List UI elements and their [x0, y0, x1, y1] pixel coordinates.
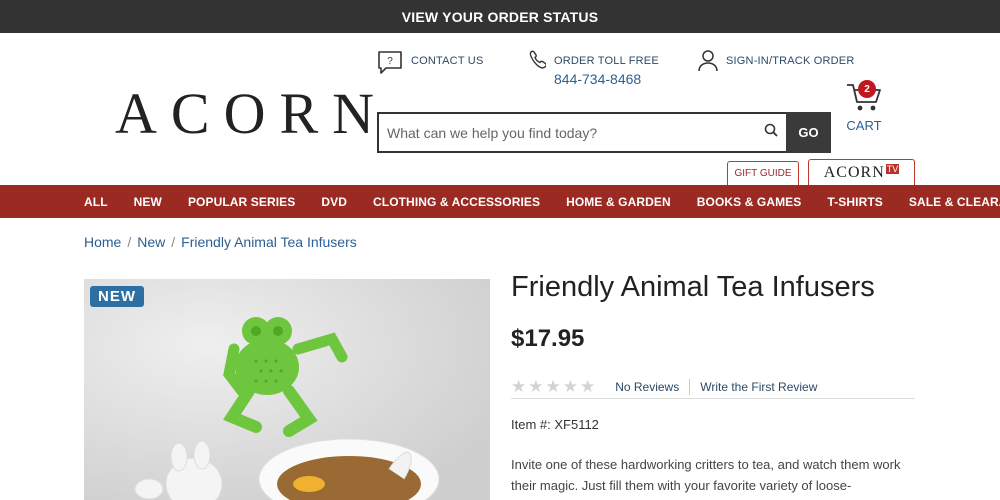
search-input[interactable]	[387, 124, 764, 141]
rating-row: ★★★★★ No Reviews Write the First Review	[511, 375, 915, 399]
order-toll-free-label: ORDER TOLL FREE	[554, 55, 659, 67]
acorn-logo[interactable]: ACORN	[115, 82, 388, 146]
breadcrumb-separator: /	[127, 234, 132, 250]
no-reviews-link[interactable]: No Reviews	[615, 380, 679, 394]
nav-item-popular-series[interactable]: POPULAR SERIES	[188, 195, 295, 209]
contact-us-link[interactable]: ? CONTACT US	[377, 50, 484, 79]
item-number: Item #: XF5112	[511, 417, 599, 432]
acorn-tv-badge: TV	[885, 163, 900, 174]
product-description: Invite one of these hardworking critters…	[511, 457, 901, 493]
breadcrumb-separator: /	[171, 234, 176, 250]
nav-item-clothing-accessories[interactable]: CLOTHING & ACCESSORIES	[373, 195, 540, 209]
nav-item-new[interactable]: NEW	[134, 195, 162, 209]
sign-in-label: SIGN-IN/TRACK ORDER	[726, 55, 855, 67]
breadcrumb-new[interactable]: New	[137, 234, 165, 250]
main-nav: ALL NEW POPULAR SERIES DVD CLOTHING & AC…	[0, 185, 1000, 218]
cart-count-badge: 2	[858, 80, 876, 98]
order-status-banner[interactable]: VIEW YOUR ORDER STATUS	[0, 0, 1000, 33]
star-rating-icon: ★★★★★	[511, 376, 598, 396]
sign-in-link[interactable]: SIGN-IN/TRACK ORDER	[698, 50, 854, 75]
breadcrumb-home[interactable]: Home	[84, 234, 121, 250]
product-title: Friendly Animal Tea Infusers	[511, 271, 875, 303]
nav-item-books-games[interactable]: BOOKS & GAMES	[697, 195, 802, 209]
nav-item-all[interactable]: ALL	[84, 195, 108, 209]
svg-text:?: ?	[387, 56, 393, 67]
gift-guide-tab[interactable]: GIFT GUIDE	[727, 161, 799, 185]
phone-icon	[528, 50, 547, 73]
nav-item-home-garden[interactable]: HOME & GARDEN	[566, 195, 671, 209]
breadcrumb: Home / New / Friendly Animal Tea Infuser…	[84, 234, 357, 250]
contact-us-label: CONTACT US	[411, 55, 484, 67]
nav-item-dvd[interactable]: DVD	[321, 195, 347, 209]
nav-item-t-shirts[interactable]: T-SHIRTS	[827, 195, 882, 209]
cart-label: CART	[846, 118, 882, 133]
phone-number[interactable]: 844-734-8468	[554, 71, 659, 87]
search-icon[interactable]	[764, 123, 778, 142]
product-photo	[84, 279, 490, 500]
acorn-tv-label: ACORN	[823, 163, 885, 181]
chat-icon: ?	[377, 50, 403, 79]
nav-item-sale-clearance[interactable]: SALE & CLEARANCE	[909, 195, 1000, 209]
order-toll-free: ORDER TOLL FREE 844-734-8468	[528, 50, 659, 87]
acorn-tv-tab[interactable]: ACORN TV	[808, 159, 915, 185]
search-go-button[interactable]: GO	[786, 112, 831, 153]
new-badge: NEW	[90, 286, 144, 307]
write-review-link[interactable]: Write the First Review	[700, 380, 817, 394]
search-bar: GO	[377, 112, 831, 153]
product-image[interactable]: NEW	[84, 279, 490, 500]
product-price: $17.95	[511, 325, 585, 352]
divider	[689, 378, 691, 395]
search-box	[377, 112, 786, 153]
breadcrumb-current[interactable]: Friendly Animal Tea Infusers	[181, 234, 357, 250]
order-status-text: VIEW YOUR ORDER STATUS	[401, 8, 599, 25]
user-icon	[698, 50, 718, 75]
